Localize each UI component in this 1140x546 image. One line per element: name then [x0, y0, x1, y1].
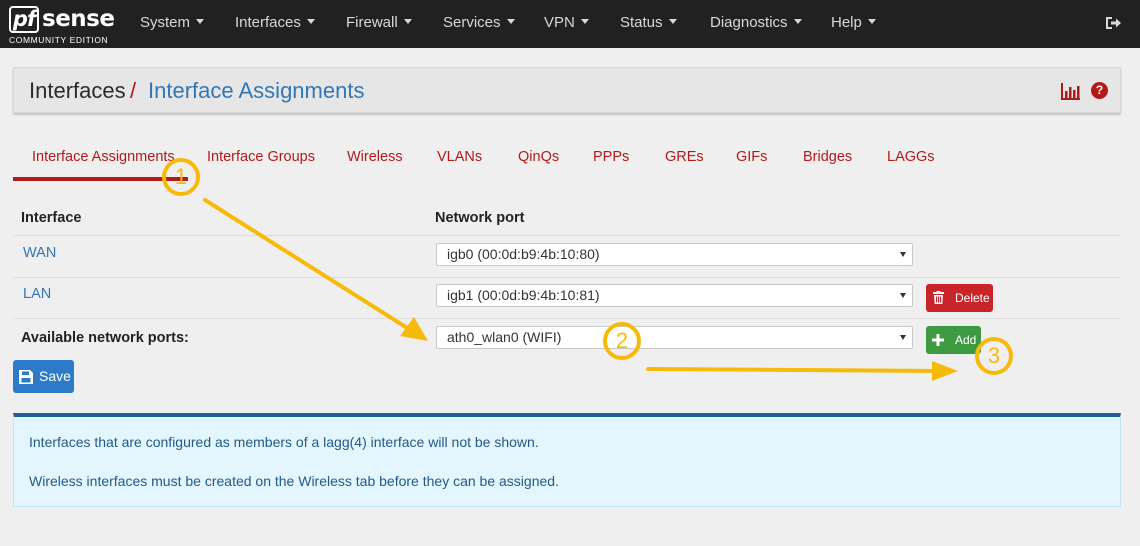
nav-firewall-label: Firewall — [346, 14, 398, 31]
annotation-step-2: 2 — [603, 322, 641, 360]
nav-help[interactable]: Help — [831, 14, 876, 32]
question-circle-icon[interactable]: ? — [1091, 82, 1108, 99]
nav-system[interactable]: System — [140, 14, 205, 32]
info-text: Wireless interfaces must be created on t… — [29, 473, 559, 489]
select-value: igb1 (00:0d:b9:4b:10:81) — [447, 287, 600, 303]
network-port-select-lan[interactable]: igb1 (00:0d:b9:4b:10:81) — [436, 284, 913, 307]
caret-down-icon — [306, 19, 315, 24]
annotation-step-1: 1 — [162, 158, 200, 196]
tab-interface-assignments[interactable]: Interface Assignments — [32, 148, 175, 166]
caret-down-icon — [867, 19, 876, 24]
tab-bridges[interactable]: Bridges — [803, 148, 852, 166]
nav-diagnostics[interactable]: Diagnostics — [710, 14, 802, 32]
caret-down-icon — [580, 19, 589, 24]
logo-word: sense — [42, 6, 115, 32]
tab-interface-groups[interactable]: Interface Groups — [207, 148, 315, 166]
tab-laggs[interactable]: LAGGs — [887, 148, 935, 166]
tab-gifs[interactable]: GIFs — [736, 148, 767, 166]
page-header: Interfaces / Interface Assignments ? — [13, 67, 1121, 113]
plus-icon — [932, 334, 944, 346]
interface-link-wan[interactable]: WAN — [23, 244, 56, 262]
tab-qinqs[interactable]: QinQs — [518, 148, 559, 166]
add-button-label: Add — [955, 333, 977, 347]
tab-ppps[interactable]: PPPs — [593, 148, 629, 166]
column-header-interface: Interface — [21, 210, 82, 226]
info-text: Interfaces that are configured as member… — [29, 434, 539, 450]
delete-button-label: Delete — [955, 291, 990, 305]
network-port-select-wan[interactable]: igb0 (00:0d:b9:4b:10:80) — [436, 243, 913, 266]
dropdown-arrow-icon — [900, 293, 906, 298]
tab-gres[interactable]: GREs — [665, 148, 704, 166]
nav-interfaces-label: Interfaces — [235, 14, 301, 31]
nav-vpn-label: VPN — [544, 14, 575, 31]
floppy-disk-icon — [19, 370, 33, 384]
bar-chart-icon[interactable] — [1061, 82, 1081, 100]
row-divider — [13, 277, 1121, 278]
tab-wireless[interactable]: Wireless — [347, 148, 403, 166]
logo-subtitle: COMMUNITY EDITION — [9, 35, 109, 45]
table-header-divider — [13, 235, 1121, 236]
caret-down-icon — [196, 19, 205, 24]
breadcrumb-parent[interactable]: Interfaces — [29, 78, 126, 104]
breadcrumb-current[interactable]: Interface Assignments — [148, 78, 364, 104]
select-value: igb0 (00:0d:b9:4b:10:80) — [447, 246, 600, 262]
annotation-arrowhead-2 — [932, 361, 958, 381]
nav-firewall[interactable]: Firewall — [346, 14, 412, 32]
top-navbar: pf sense COMMUNITY EDITION System Interf… — [0, 0, 1140, 48]
nav-services-label: Services — [443, 14, 501, 31]
nav-help-label: Help — [831, 14, 862, 31]
caret-down-icon — [403, 19, 412, 24]
annotation-arrow-2 — [646, 367, 940, 373]
dropdown-arrow-icon — [900, 252, 906, 257]
breadcrumb-separator: / — [130, 78, 137, 103]
nav-system-label: System — [140, 14, 191, 31]
annotation-step-3: 3 — [975, 337, 1013, 375]
nav-services[interactable]: Services — [443, 14, 515, 32]
row-divider — [13, 318, 1121, 319]
caret-down-icon — [668, 19, 677, 24]
save-button[interactable]: Save — [13, 360, 74, 393]
logo-mark: pf — [9, 6, 39, 33]
nav-status-label: Status — [620, 14, 663, 31]
nav-interfaces[interactable]: Interfaces — [235, 14, 315, 32]
caret-down-icon — [793, 19, 802, 24]
nav-diagnostics-label: Diagnostics — [710, 14, 788, 31]
available-port-select[interactable]: ath0_wlan0 (WIFI) — [436, 326, 913, 349]
annotation-arrow-1 — [203, 198, 414, 333]
pfsense-logo[interactable]: pf sense COMMUNITY EDITION — [9, 6, 115, 45]
save-button-label: Save — [39, 368, 71, 384]
annotation-arrowhead-1 — [400, 317, 428, 341]
delete-button[interactable]: Delete — [926, 284, 993, 312]
sign-out-icon[interactable] — [1104, 14, 1122, 32]
select-value: ath0_wlan0 (WIFI) — [447, 329, 562, 345]
interface-link-lan[interactable]: LAN — [23, 285, 51, 303]
nav-status[interactable]: Status — [620, 14, 677, 32]
add-button[interactable]: Add — [926, 326, 981, 354]
info-panel: Interfaces that are configured as member… — [13, 413, 1121, 507]
available-ports-label: Available network ports: — [21, 330, 189, 346]
caret-down-icon — [506, 19, 515, 24]
trash-icon — [933, 291, 944, 304]
column-header-network-port: Network port — [435, 210, 525, 226]
nav-vpn[interactable]: VPN — [544, 14, 589, 32]
tab-vlans[interactable]: VLANs — [437, 148, 482, 166]
dropdown-arrow-icon — [900, 335, 906, 340]
